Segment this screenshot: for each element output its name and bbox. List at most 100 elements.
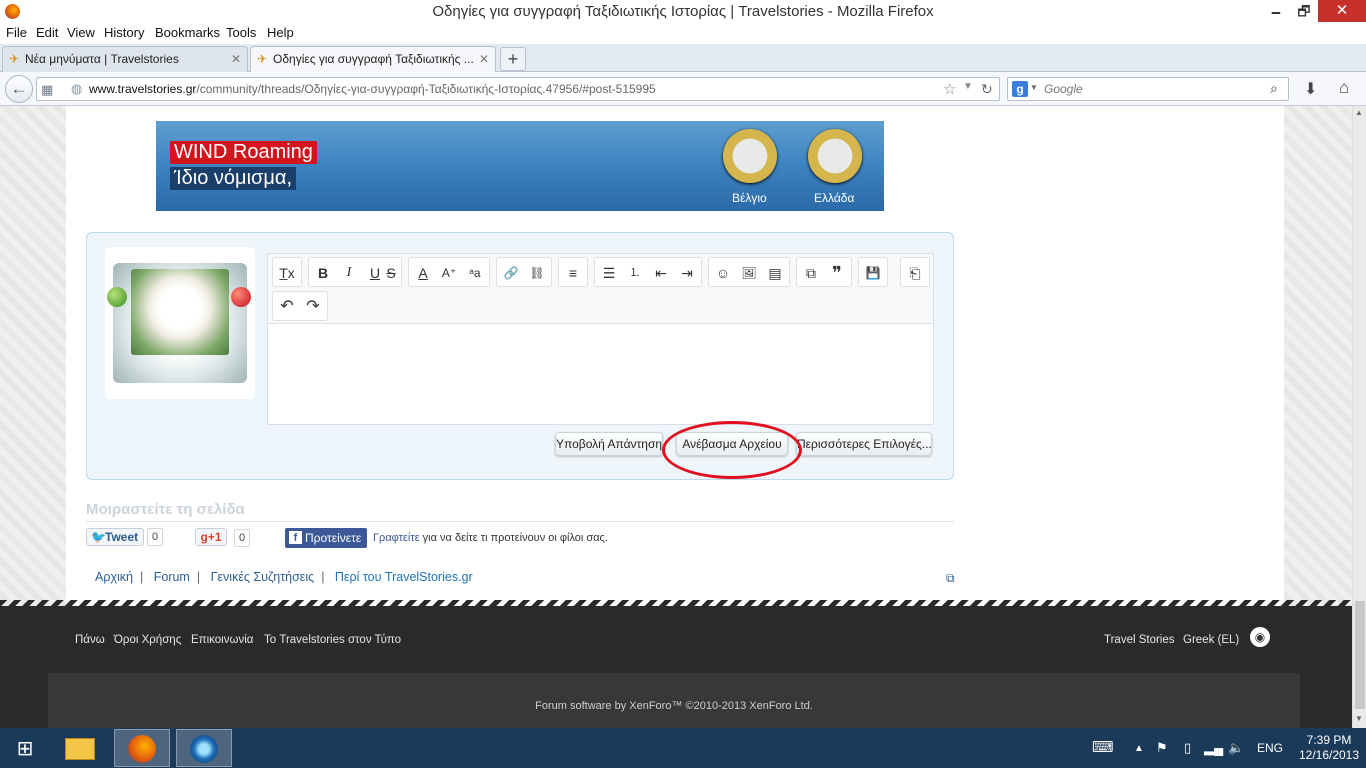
more-options-button[interactable]: Περισσότερες Επιλογές... [796, 432, 932, 456]
footer-language-chooser[interactable]: Greek (EL) [1183, 634, 1239, 646]
rss-icon[interactable]: ◉ [1250, 627, 1270, 647]
url-bar[interactable]: ▦ ◍ www.travelstories.gr/community/threa… [36, 77, 1000, 101]
font-family-icon[interactable]: ᵃa [464, 262, 486, 284]
maximize-button[interactable]: 🗗 [1290, 0, 1318, 22]
volume-icon[interactable]: 🔈 [1228, 740, 1244, 756]
search-bar[interactable]: g ▼ Google ⌕ [1007, 77, 1289, 101]
toggle-bbcode-icon[interactable]: ⎗ [904, 262, 926, 284]
window-titlebar: Οδηγίες για συγγραφή Ταξιδιωτικής Ιστορί… [0, 0, 1366, 24]
background-pattern [0, 106, 66, 606]
smilie-icon[interactable]: ☺ [712, 262, 734, 284]
reload-icon[interactable]: ↻ [981, 81, 993, 98]
tab-close-icon[interactable]: ✕ [479, 52, 489, 66]
home-icon[interactable]: ⌂ [1339, 78, 1349, 98]
menu-edit[interactable]: Edit [36, 25, 58, 40]
numbered-list-icon[interactable]: ⒈ [624, 262, 646, 284]
file-explorer-icon[interactable] [52, 729, 108, 767]
bullet-list-icon[interactable]: ☰ [598, 262, 620, 284]
strikethrough-icon[interactable]: S [380, 262, 402, 284]
google-engine-icon[interactable]: g [1012, 81, 1028, 97]
tab-guidelines[interactable]: ✈ Οδηγίες για συγγραφή Ταξιδιωτικής ... … [250, 46, 496, 72]
quote-icon[interactable]: ❞ [826, 262, 848, 284]
bold-icon[interactable]: B [312, 262, 334, 284]
dropdown-arrow-icon[interactable]: ▼ [963, 81, 973, 92]
bookmark-star-icon[interactable]: ☆ [943, 80, 956, 98]
breadcrumb-forum[interactable]: Forum [154, 570, 190, 584]
tab-new-messages[interactable]: ✈ Νέα μηνύματα | Travelstories ✕ [2, 46, 248, 72]
toolbar-group: ↶ ↷ [272, 291, 328, 321]
image-icon[interactable]: 🖼 [738, 262, 760, 284]
scroll-down-icon[interactable]: ▼ [1355, 714, 1363, 723]
footer-link-top[interactable]: Πάνω [75, 634, 105, 646]
system-clock[interactable]: 7:39 PM 12/16/2013 [1298, 733, 1360, 763]
keyboard-icon[interactable]: ⌨ [1092, 738, 1114, 756]
network-signal-icon[interactable]: ▂▄ [1204, 740, 1223, 756]
avatar[interactable] [105, 247, 255, 399]
toolbar-group: A A⁺ ᵃa [408, 257, 490, 287]
app-taskbar-icon[interactable] [176, 729, 232, 767]
breadcrumb-about[interactable]: Περί του TravelStories.gr [335, 570, 473, 584]
firefox-taskbar-icon[interactable] [114, 729, 170, 767]
tab-label: Νέα μηνύματα | Travelstories [25, 52, 179, 66]
footer-link-terms[interactable]: Όροι Χρήσης [114, 634, 181, 646]
footer-link-press[interactable]: Το Travelstories στον Τύπο [264, 634, 401, 646]
action-center-flag-icon[interactable]: ⚑ [1156, 740, 1168, 756]
italic-icon[interactable]: I [338, 262, 360, 284]
show-hidden-icons-icon[interactable]: ▲ [1134, 743, 1144, 754]
scroll-up-icon[interactable]: ▲ [1355, 108, 1363, 117]
page-list-icon[interactable]: ▦ [41, 82, 53, 98]
start-windows-icon[interactable]: ⊞ [0, 729, 50, 767]
vertical-scrollbar[interactable]: ▲ ▼ [1352, 106, 1366, 728]
undo-icon[interactable]: ↶ [276, 296, 298, 318]
message-editor[interactable]: T̲x B I U S A A⁺ ᵃa 🔗 ⛓ ≡ ☰ ⒈ ⇤ ⇥ ☺ 🖼 ▤ … [267, 253, 934, 425]
text-color-icon[interactable]: A [412, 262, 434, 284]
gplus-count: 0 [234, 529, 250, 547]
menu-file[interactable]: File [6, 25, 27, 40]
tweet-button[interactable]: 🐦 Tweet [86, 528, 144, 546]
link-icon[interactable]: 🔗 [500, 262, 522, 284]
insert-code-icon[interactable]: ⧉ [800, 262, 822, 284]
input-language[interactable]: ENG [1257, 741, 1283, 755]
message-textarea[interactable] [268, 324, 933, 424]
remove-format-icon[interactable]: T̲x [276, 262, 298, 284]
media-icon[interactable]: ▤ [764, 262, 786, 284]
menu-help[interactable]: Help [267, 25, 294, 40]
fb-signup-link[interactable]: Γραφτείτε [373, 532, 420, 544]
url-text[interactable]: www.travelstories.gr/community/threads/Ο… [89, 82, 656, 96]
menu-history[interactable]: History [104, 25, 144, 40]
scrollbar-thumb[interactable] [1355, 601, 1365, 709]
facebook-icon: f [289, 531, 302, 544]
menu-tools[interactable]: Tools [226, 25, 256, 40]
ad-banner[interactable]: WIND Roaming Ίδιο νόμισμα, Βέλγιο Ελλάδα [156, 121, 884, 211]
back-button[interactable]: ← [5, 75, 33, 103]
copyright-text: Forum software by XenForo™ ©2010-2013 Xe… [535, 700, 813, 712]
google-plus-button[interactable]: g+1 [195, 528, 227, 546]
redo-icon[interactable]: ↷ [302, 296, 324, 318]
font-size-icon[interactable]: A⁺ [438, 262, 460, 284]
engine-dropdown-icon[interactable]: ▼ [1030, 83, 1038, 92]
outdent-icon[interactable]: ⇤ [650, 262, 672, 284]
breadcrumb-home[interactable]: Αρχική [95, 570, 133, 584]
align-icon[interactable]: ≡ [562, 262, 584, 284]
footer-style-chooser[interactable]: Travel Stories [1104, 634, 1175, 646]
search-icon[interactable]: ⌕ [1270, 80, 1278, 97]
breadcrumb-general[interactable]: Γενικές Συζητήσεις [211, 570, 315, 584]
downloads-icon[interactable]: ⬇ [1304, 79, 1317, 99]
menu-bookmarks[interactable]: Bookmarks [155, 25, 220, 40]
tab-close-icon[interactable]: ✕ [231, 52, 241, 66]
menu-view[interactable]: View [67, 25, 95, 40]
globe-icon[interactable]: ◍ [71, 81, 82, 97]
minimize-button[interactable]: 🗕 [1262, 0, 1290, 22]
footer-link-contact[interactable]: Επικοινωνία [191, 634, 253, 646]
unlink-icon[interactable]: ⛓ [526, 262, 548, 284]
close-window-button[interactable]: ✕ [1318, 0, 1366, 22]
indent-icon[interactable]: ⇥ [676, 262, 698, 284]
new-tab-button[interactable]: + [500, 47, 526, 71]
facebook-recommend-button[interactable]: f Προτείνετε [285, 528, 367, 548]
external-link-icon[interactable]: ⧉ [946, 571, 955, 586]
battery-icon[interactable]: ▯ [1184, 740, 1191, 756]
search-placeholder[interactable]: Google [1044, 82, 1083, 96]
share-page-heading: Μοιραστείτε τη σελίδα [86, 501, 245, 518]
submit-reply-button[interactable]: Υποβολή Απάντησης [555, 432, 663, 456]
save-draft-icon[interactable]: 💾 [862, 262, 884, 284]
